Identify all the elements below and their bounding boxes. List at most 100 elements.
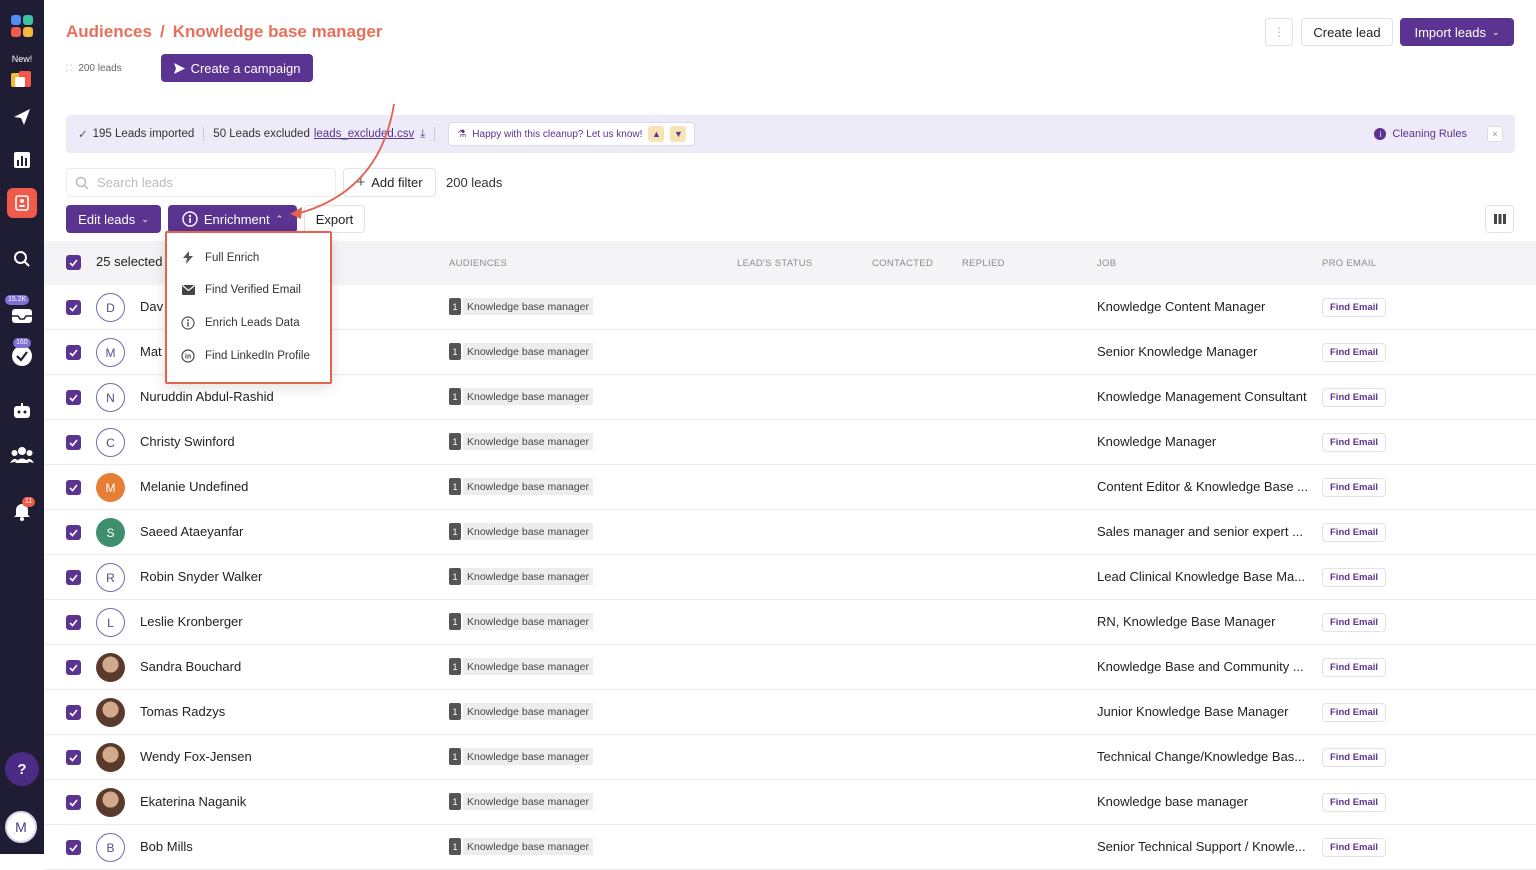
table-row[interactable]: L Leslie Kronberger 1 Knowledge base manage… [44, 600, 1536, 645]
row-checkbox[interactable] [66, 705, 81, 720]
campaigns-icon[interactable] [0, 66, 44, 94]
audience-count: 1 [449, 613, 461, 630]
column-contacted[interactable]: CONTACTED [872, 258, 933, 269]
table-row[interactable]: C Christy Swinford 1 Knowledge base manager… [44, 420, 1536, 465]
lead-job: Lead Clinical Knowledge Base Ma... [1097, 569, 1306, 584]
logo-icon[interactable] [0, 12, 44, 40]
row-checkbox[interactable] [66, 390, 81, 405]
lead-name[interactable]: Bob Mills [140, 839, 193, 854]
lead-name[interactable]: Robin Snyder Walker [140, 569, 262, 584]
table-row[interactable]: Sandra Bouchard 1 Knowledge base manager Kn… [44, 645, 1536, 690]
row-checkbox[interactable] [66, 480, 81, 495]
menu-item-enrich-leads-data[interactable]: Enrich Leads Data [181, 316, 300, 330]
row-checkbox[interactable] [66, 570, 81, 585]
lead-name[interactable]: Wendy Fox-Jensen [140, 749, 252, 764]
audience-tag: 1 Knowledge base manager [449, 703, 594, 720]
enrichment-label: Enrichment [203, 211, 270, 227]
column-job[interactable]: JOB [1097, 258, 1116, 269]
columns-icon [1493, 214, 1506, 224]
lead-name[interactable]: Melanie Undefined [140, 479, 248, 494]
more-options-button[interactable]: ⋮ [1265, 18, 1293, 46]
lead-name[interactable]: Tomas Radzys [140, 704, 225, 719]
breadcrumb-audiences[interactable]: Audiences [66, 22, 152, 42]
thumbs-up-icon[interactable]: ▲ [648, 126, 665, 142]
create-lead-button[interactable]: Create lead [1301, 18, 1393, 46]
menu-item-full-enrich[interactable]: Full Enrich [181, 251, 259, 264]
robot-icon[interactable] [0, 398, 44, 424]
add-filter-button[interactable]: + Add filter [343, 168, 436, 197]
lead-job: Knowledge Content Manager [1097, 299, 1266, 314]
help-button[interactable]: ? [5, 752, 39, 786]
team-icon[interactable] [0, 442, 44, 468]
audience-label: Knowledge base manager [463, 658, 594, 675]
find-email-button[interactable]: Find Email [1322, 838, 1387, 857]
enrichment-button[interactable]: Enrichment ⌃ [168, 205, 297, 233]
lead-name[interactable]: Nuruddin Abdul-Rashid [140, 389, 274, 404]
search-input[interactable] [97, 175, 317, 190]
menu-item-find-linkedin-profile[interactable]: in Find LinkedIn Profile [181, 349, 310, 363]
find-email-button[interactable]: Find Email [1322, 478, 1387, 497]
row-checkbox[interactable] [66, 525, 81, 540]
import-leads-button[interactable]: Import leads ⌄ [1400, 18, 1514, 46]
row-checkbox[interactable] [66, 300, 81, 315]
contacts-icon[interactable] [0, 188, 44, 218]
row-checkbox[interactable] [66, 840, 81, 855]
leads-imported-label: 195 Leads imported [92, 128, 195, 140]
paper-plane-icon[interactable] [0, 104, 44, 130]
audience-count: 1 [449, 298, 461, 315]
audience-count: 1 [449, 478, 461, 495]
user-avatar[interactable]: M [5, 811, 37, 843]
find-email-button[interactable]: Find Email [1322, 433, 1387, 452]
export-button[interactable]: Export [304, 205, 365, 233]
row-checkbox[interactable] [66, 750, 81, 765]
find-email-button[interactable]: Find Email [1322, 748, 1387, 767]
column-replied[interactable]: REPLIED [962, 258, 1005, 269]
table-row[interactable]: Ekaterina Naganik 1 Knowledge base manager… [44, 780, 1536, 825]
table-row[interactable]: Wendy Fox-Jensen 1 Knowledge base manager T… [44, 735, 1536, 780]
row-checkbox[interactable] [66, 660, 81, 675]
lead-name[interactable]: Sandra Bouchard [140, 659, 241, 674]
menu-item-find-verified-email[interactable]: Find Verified Email [181, 284, 301, 296]
lead-name[interactable]: Mat [140, 344, 162, 359]
edit-leads-button[interactable]: Edit leads ⌄ [66, 205, 161, 233]
columns-toggle-button[interactable] [1485, 205, 1514, 233]
column-pro-email[interactable]: PRO EMAIL [1322, 258, 1376, 269]
row-checkbox[interactable] [66, 615, 81, 630]
find-email-button[interactable]: Find Email [1322, 298, 1387, 317]
find-email-button[interactable]: Find Email [1322, 523, 1387, 542]
audience-tag: 1 Knowledge base manager [449, 343, 594, 360]
row-checkbox[interactable] [66, 435, 81, 450]
find-email-button[interactable]: Find Email [1322, 613, 1387, 632]
column-audiences[interactable]: AUDIENCES [449, 258, 507, 269]
lead-name[interactable]: Saeed Ataeyanfar [140, 524, 243, 539]
lead-job: Technical Change/Knowledge Bas... [1097, 749, 1306, 764]
svg-text:in: in [185, 354, 191, 361]
download-icon[interactable]: ⤓ [420, 128, 425, 141]
close-icon[interactable]: × [1487, 126, 1503, 142]
table-row[interactable]: M Melanie Undefined 1 Knowledge base manage… [44, 465, 1536, 510]
lead-name[interactable]: Christy Swinford [140, 434, 235, 449]
find-email-button[interactable]: Find Email [1322, 388, 1387, 407]
analytics-icon[interactable] [0, 147, 44, 173]
find-email-button[interactable]: Find Email [1322, 703, 1387, 722]
find-email-button[interactable]: Find Email [1322, 568, 1387, 587]
cleaning-rules-link[interactable]: i Cleaning Rules [1374, 128, 1467, 140]
table-row[interactable]: R Robin Snyder Walker 1 Knowledge base mana… [44, 555, 1536, 600]
table-row[interactable]: B Bob Mills 1 Knowledge base manager Senior … [44, 825, 1536, 870]
lead-name[interactable]: Ekaterina Naganik [140, 794, 246, 809]
create-campaign-button[interactable]: Create a campaign [161, 54, 313, 82]
row-checkbox[interactable] [66, 795, 81, 810]
thumbs-down-icon[interactable]: ▼ [670, 126, 687, 142]
excluded-csv-link[interactable]: leads_excluded.csv [314, 128, 414, 140]
select-all-checkbox[interactable] [66, 255, 81, 270]
search-icon[interactable] [0, 246, 44, 272]
find-email-button[interactable]: Find Email [1322, 793, 1387, 812]
find-email-button[interactable]: Find Email [1322, 343, 1387, 362]
table-row[interactable]: S Saeed Ataeyanfar 1 Knowledge base manager… [44, 510, 1536, 555]
column-status[interactable]: LEAD'S STATUS [737, 258, 813, 269]
table-row[interactable]: Tomas Radzys 1 Knowledge base manager Junio… [44, 690, 1536, 735]
lead-name[interactable]: Leslie Kronberger [140, 614, 243, 629]
row-checkbox[interactable] [66, 345, 81, 360]
lead-name[interactable]: Dav [140, 299, 163, 314]
find-email-button[interactable]: Find Email [1322, 658, 1387, 677]
